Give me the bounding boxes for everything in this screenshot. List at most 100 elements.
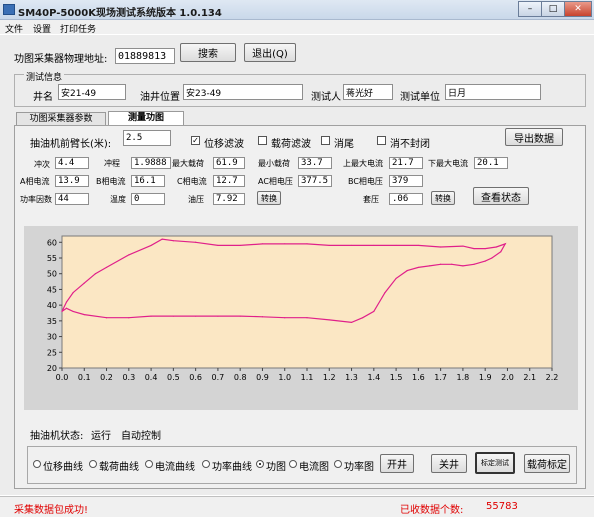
up-max-current-label: 上最大电流 (343, 159, 383, 168)
status-message: 采集数据包成功! (14, 505, 89, 516)
x-tick-label: 1.0 (278, 373, 291, 382)
power-factor-value (55, 193, 89, 205)
y-tick-label: 40 (47, 301, 57, 310)
arm-length-input[interactable] (123, 130, 171, 146)
filter-load-label: 载荷滤波 (271, 139, 311, 150)
close-well-button[interactable]: 关井 (431, 454, 467, 473)
well-name-input[interactable] (58, 84, 126, 100)
pump-status-value: 运行 (91, 431, 111, 442)
x-tick-label: 2.1 (523, 373, 536, 382)
x-tick-label: 2.0 (501, 373, 514, 382)
search-button[interactable]: 搜索 (180, 43, 236, 62)
x-tick-label: 1.5 (390, 373, 403, 382)
chart-data-point (328, 319, 330, 321)
window-title: SM40P-5000K现场测试系统版本 1.0.134 (18, 8, 222, 19)
casing-pressure-convert-button[interactable]: 转换 (431, 191, 455, 205)
maximize-button[interactable]: □ (541, 1, 565, 17)
temperature-label: 温度 (110, 195, 126, 204)
y-tick-label: 50 (47, 270, 57, 279)
chart-data-point (239, 244, 241, 247)
chart-data-point (484, 247, 486, 250)
x-tick-label: 1.3 (345, 373, 358, 382)
power-factor-label: 功率因数 (20, 195, 52, 204)
stroke-rate-label: 冲次 (34, 160, 50, 169)
chart-data-point (239, 315, 241, 317)
x-tick-label: 2.2 (546, 373, 559, 382)
chart-data-point (473, 247, 475, 250)
chart-data-point (504, 243, 506, 245)
stroke-rate-value (55, 157, 89, 169)
chart-data-point (105, 317, 108, 319)
calibrate-test-button[interactable]: 标定测试 (475, 452, 515, 474)
up-max-current-value (389, 157, 423, 169)
well-name-label: 井名 (33, 92, 53, 103)
control-mode: 自动控制 (121, 431, 161, 442)
menu-print-task[interactable]: 打印任务 (60, 22, 96, 35)
chart-data-point (373, 310, 375, 313)
x-tick-label: 1.6 (412, 373, 425, 382)
y-tick-label: 30 (47, 333, 57, 342)
chart-data-point (395, 277, 397, 280)
chart-data-point (172, 240, 174, 242)
well-position-input[interactable] (183, 84, 303, 100)
open-removal-checkbox[interactable] (377, 136, 386, 145)
bc-voltage-label: BC相电压 (348, 177, 383, 186)
chart-data-point (195, 315, 197, 317)
title-bar: SM40P-5000K现场测试系统版本 1.0.134 – □ ✕ (0, 0, 594, 20)
chart-data-point (161, 238, 163, 240)
address-input[interactable] (115, 48, 175, 64)
phase-c-current-value (213, 175, 245, 187)
x-tick-label: 1.8 (457, 373, 470, 382)
radio-displacement-curve[interactable] (33, 460, 41, 468)
chart-data-point (217, 315, 219, 317)
dynamometer-chart: 0.0 0.1 0.2 0.3 0.4 0.5 0.6 0.7 0.8 0.9 1.0 1.1 1.2 1… (47, 235, 559, 382)
ac-voltage-value (298, 175, 332, 187)
radio-current-diagram-label: 电流图 (299, 462, 329, 473)
chart-data-point (128, 254, 130, 256)
radio-load-curve[interactable] (89, 460, 97, 468)
phase-b-current-value (131, 175, 165, 187)
open-well-button[interactable]: 开井 (380, 454, 414, 473)
radio-current-curve[interactable] (145, 460, 153, 468)
oil-pressure-convert-button[interactable]: 转换 (257, 191, 281, 205)
radio-power-diagram[interactable] (334, 460, 342, 468)
minimize-button[interactable]: – (518, 1, 542, 17)
down-max-current-label: 下最大电流 (428, 159, 468, 168)
menu-file[interactable]: 文件 (5, 22, 23, 35)
chart-data-point (484, 260, 486, 262)
test-unit-input[interactable] (445, 84, 541, 100)
tail-removal-checkbox[interactable] (321, 136, 330, 145)
x-tick-label: 1.9 (479, 373, 492, 382)
radio-load-curve-label: 载荷曲线 (99, 462, 139, 473)
arm-length-label: 抽油机前臂长(米): (30, 139, 112, 150)
export-data-button[interactable]: 导出数据 (505, 128, 563, 146)
radio-current-diagram[interactable] (289, 460, 297, 468)
y-tick-label: 55 (47, 254, 57, 263)
view-status-button[interactable]: 查看状态 (473, 187, 529, 205)
max-load-value (213, 157, 245, 169)
load-calibration-button[interactable]: 载荷标定 (524, 454, 570, 473)
x-tick-label: 0.7 (212, 373, 225, 382)
close-button[interactable]: ✕ (564, 1, 592, 17)
chart-data-point (195, 241, 197, 243)
tab-collector-params[interactable]: 功图采集器参数 (16, 112, 106, 126)
tester-input[interactable] (343, 84, 393, 100)
radio-power-curve[interactable] (202, 460, 210, 468)
open-removal-label: 消不封闭 (390, 139, 430, 150)
temperature-value (131, 193, 165, 205)
chart-data-point (491, 257, 493, 259)
filter-load-checkbox[interactable] (258, 136, 267, 145)
y-tick-label: 25 (47, 348, 57, 357)
y-tick-label: 60 (47, 238, 57, 247)
x-tick-label: 0.5 (167, 373, 180, 382)
casing-pressure-value (389, 193, 423, 205)
tab-measure-diagram[interactable]: 测量功图 (108, 111, 184, 126)
chart-data-point (128, 317, 130, 319)
x-tick-label: 1.2 (323, 373, 336, 382)
menu-settings[interactable]: 设置 (33, 22, 51, 35)
chart-data-point (284, 243, 286, 245)
radio-dyno-diagram[interactable] (256, 460, 264, 468)
filter-displacement-checkbox[interactable]: ✓ (191, 136, 200, 145)
exit-button[interactable]: 退出(Q) (244, 43, 296, 62)
chart-data-point (150, 244, 152, 247)
